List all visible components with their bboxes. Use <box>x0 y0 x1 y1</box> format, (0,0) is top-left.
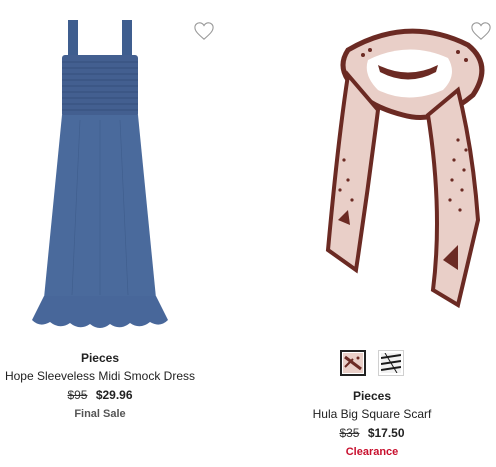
product-info: Pieces Hula Big Square Scarf $35 $17.50 … <box>248 350 496 461</box>
product-info: Pieces Hope Sleeveless Midi Smock Dress … <box>0 350 200 423</box>
pink-brown-swatch-icon <box>343 353 363 373</box>
product-prices: $95 $29.96 <box>0 386 200 404</box>
color-swatches <box>248 350 496 378</box>
original-price: $35 <box>339 426 360 440</box>
swatch-black-white[interactable] <box>378 350 404 376</box>
product-name[interactable]: Hula Big Square Scarf <box>248 405 496 423</box>
product-name[interactable]: Hope Sleeveless Midi Smock Dress <box>0 367 200 385</box>
product-brand: Pieces <box>352 389 392 403</box>
sale-price: $17.50 <box>367 426 405 440</box>
product-image[interactable] <box>308 20 496 320</box>
product-card[interactable]: Pieces Hope Sleeveless Midi Smock Dress … <box>0 0 248 467</box>
product-image[interactable] <box>20 10 180 340</box>
sale-price: $29.96 <box>95 388 133 402</box>
black-white-swatch-icon <box>381 353 401 373</box>
swatch-pink-brown[interactable] <box>340 350 366 376</box>
product-card[interactable]: Pieces Hula Big Square Scarf $35 $17.50 … <box>248 0 496 467</box>
heart-icon[interactable] <box>193 20 215 42</box>
final-sale-badge: Final Sale <box>74 408 126 420</box>
clearance-badge: Clearance <box>345 446 399 458</box>
product-brand: Pieces <box>80 351 120 365</box>
original-price: $95 <box>67 388 88 402</box>
product-prices: $35 $17.50 <box>248 424 496 442</box>
product-grid: Pieces Hope Sleeveless Midi Smock Dress … <box>0 0 496 467</box>
